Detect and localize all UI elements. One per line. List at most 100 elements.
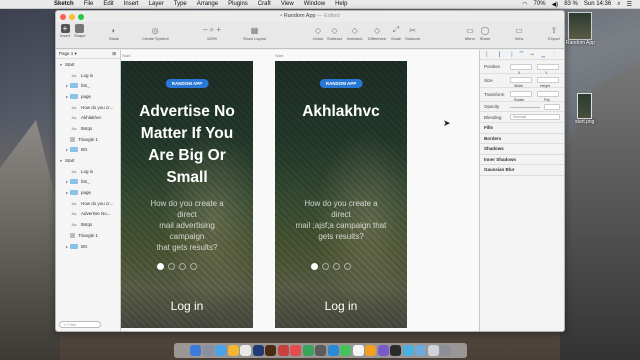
- menu-arrange[interactable]: Arrange: [197, 1, 218, 7]
- menu-list-icon[interactable]: ☰: [627, 1, 632, 8]
- zoom-control[interactable]: – ⌕ + 100%: [200, 24, 224, 41]
- rotate-field[interactable]: [510, 91, 532, 97]
- battery-percent[interactable]: 70%: [534, 1, 546, 7]
- layer-filter-input[interactable]: ⌕ Filter: [59, 321, 101, 328]
- blending-select[interactable]: Normal: [510, 114, 560, 120]
- illustrator-icon[interactable]: [265, 345, 276, 356]
- export-button[interactable]: ⇪ Export: [548, 24, 560, 42]
- page-dot[interactable]: [333, 263, 340, 270]
- share-button[interactable]: ◯ Share: [479, 24, 491, 42]
- y-field[interactable]: [537, 64, 559, 70]
- search-icon[interactable]: ⌕: [617, 1, 620, 8]
- page-dot[interactable]: [344, 263, 351, 270]
- layer-row[interactable]: ▸ page: [56, 187, 120, 198]
- add-page-icon[interactable]: ⊞: [112, 51, 116, 57]
- login-button[interactable]: Log in: [121, 299, 253, 313]
- disclosure-triangle-icon[interactable]: ▾: [58, 62, 64, 67]
- layer-row[interactable]: Aa How do you cr...: [56, 102, 120, 113]
- desktop-file-sketch[interactable]: Random App: [566, 12, 595, 46]
- opacity-slider[interactable]: [510, 107, 540, 108]
- layer-row[interactable]: Aa Bstqs: [56, 219, 120, 230]
- height-field[interactable]: [537, 77, 559, 83]
- view-button[interactable]: ▭ View: [511, 24, 527, 42]
- intersect-button[interactable]: ◇ Intersect: [347, 24, 362, 42]
- scissors-button[interactable]: ✂ Scissors: [405, 24, 420, 42]
- layer-row[interactable]: ▸ page: [56, 91, 120, 102]
- login-button[interactable]: Log in: [275, 299, 407, 313]
- union-button[interactable]: ◇ Union: [312, 24, 324, 42]
- menu-file[interactable]: File: [84, 1, 94, 7]
- downloads-icon[interactable]: [427, 345, 439, 356]
- difference-button[interactable]: ◇ Difference: [368, 24, 386, 42]
- artboard-label-2[interactable]: Start: [275, 53, 283, 58]
- trash-icon[interactable]: [440, 345, 451, 356]
- create-symbol-button[interactable]: ◎ Create Symbol: [142, 24, 168, 42]
- zoom-button[interactable]: [78, 13, 84, 20]
- align-top-icon[interactable]: ▔: [519, 52, 523, 58]
- app-icon[interactable]: [327, 345, 339, 356]
- scale-button[interactable]: ⤢ Scale: [390, 24, 402, 41]
- close-button[interactable]: [60, 13, 66, 20]
- clock[interactable]: Sun 14:36: [584, 1, 611, 7]
- layer-row[interactable]: Aa Advertise No...: [56, 209, 120, 220]
- layer-row[interactable]: ▸ btn_: [56, 177, 120, 188]
- layer-row[interactable]: ▸ btn_: [56, 80, 120, 91]
- app-icon[interactable]: [290, 345, 301, 356]
- align-right-icon[interactable]: ▕: [508, 52, 512, 58]
- align-middle-icon[interactable]: ━: [531, 52, 534, 58]
- menu-insert[interactable]: Insert: [124, 1, 139, 7]
- insert-button[interactable]: + Insert: [60, 24, 70, 38]
- page-dot-active[interactable]: [157, 263, 164, 270]
- finder-icon[interactable]: [190, 345, 201, 356]
- menu-layer[interactable]: Layer: [149, 1, 164, 7]
- layer-row[interactable]: Triangle 1: [56, 134, 120, 145]
- page-selector[interactable]: Page 1 ▾ ⊞: [56, 50, 120, 59]
- layer-row[interactable]: Aa Log in: [56, 166, 120, 177]
- layer-row[interactable]: Aa Log in: [56, 70, 120, 81]
- menu-plugins[interactable]: Plugins: [228, 1, 248, 7]
- disclosure-triangle-icon[interactable]: ▾: [58, 158, 64, 163]
- app-icon[interactable]: [402, 345, 414, 356]
- opacity-field[interactable]: [544, 104, 560, 110]
- app-icon[interactable]: [377, 345, 389, 356]
- menu-window[interactable]: Window: [304, 1, 325, 7]
- align-left-icon[interactable]: ▏: [487, 52, 491, 58]
- shape-button[interactable]: Shape: [74, 24, 86, 38]
- sketch-icon[interactable]: [227, 345, 239, 356]
- page-dot-active[interactable]: [311, 263, 318, 270]
- menu-edit[interactable]: Edit: [103, 1, 113, 7]
- photoshop-icon[interactable]: [252, 345, 264, 356]
- app-icon[interactable]: [277, 345, 289, 356]
- inner-shadows-section[interactable]: Inner Shadows: [480, 155, 564, 165]
- align-center-icon[interactable]: ┃: [498, 52, 501, 58]
- menu-type[interactable]: Type: [174, 1, 187, 7]
- flip-control[interactable]: [537, 91, 559, 97]
- mask-button[interactable]: ◐ Mask: [108, 24, 120, 42]
- app-icon[interactable]: [315, 345, 326, 356]
- minimize-button[interactable]: [69, 13, 75, 20]
- app-icon[interactable]: [365, 345, 376, 356]
- mirror-button[interactable]: ▭ Mirror: [464, 24, 476, 42]
- layer-row[interactable]: Aa Akhlakhvc: [56, 112, 120, 123]
- layer-row[interactable]: ▸ BG: [56, 241, 120, 252]
- menu-craft[interactable]: Craft: [258, 1, 271, 7]
- layer-row[interactable]: Aa How do you cr...: [56, 198, 120, 209]
- wifi-icon[interactable]: ◠: [522, 1, 527, 8]
- artboard-2[interactable]: RANDOM APP Akhlakhvc How do you create a…: [275, 61, 407, 328]
- page-dot[interactable]: [179, 263, 186, 270]
- page-dot[interactable]: [322, 263, 329, 270]
- desktop-file-png[interactable]: start.png: [575, 93, 594, 125]
- subtract-button[interactable]: ◇ Subtract: [327, 24, 342, 42]
- layer-row[interactable]: ▾ Start: [56, 59, 120, 70]
- borders-section[interactable]: Borders: [480, 134, 564, 144]
- canvas[interactable]: Start RANDOM APP Advertise No Matter If …: [121, 50, 479, 331]
- app-icon[interactable]: [340, 345, 351, 356]
- align-bottom-icon[interactable]: ▁: [541, 52, 545, 58]
- artboard-label-1[interactable]: Start: [122, 53, 130, 58]
- volume-icon[interactable]: ◀): [552, 1, 559, 8]
- x-field[interactable]: [510, 64, 532, 70]
- layer-row[interactable]: Aa Bstqs: [56, 123, 120, 134]
- layer-row[interactable]: ▸ BG: [56, 145, 120, 156]
- app-icon[interactable]: [352, 345, 364, 356]
- page-dot[interactable]: [190, 263, 197, 270]
